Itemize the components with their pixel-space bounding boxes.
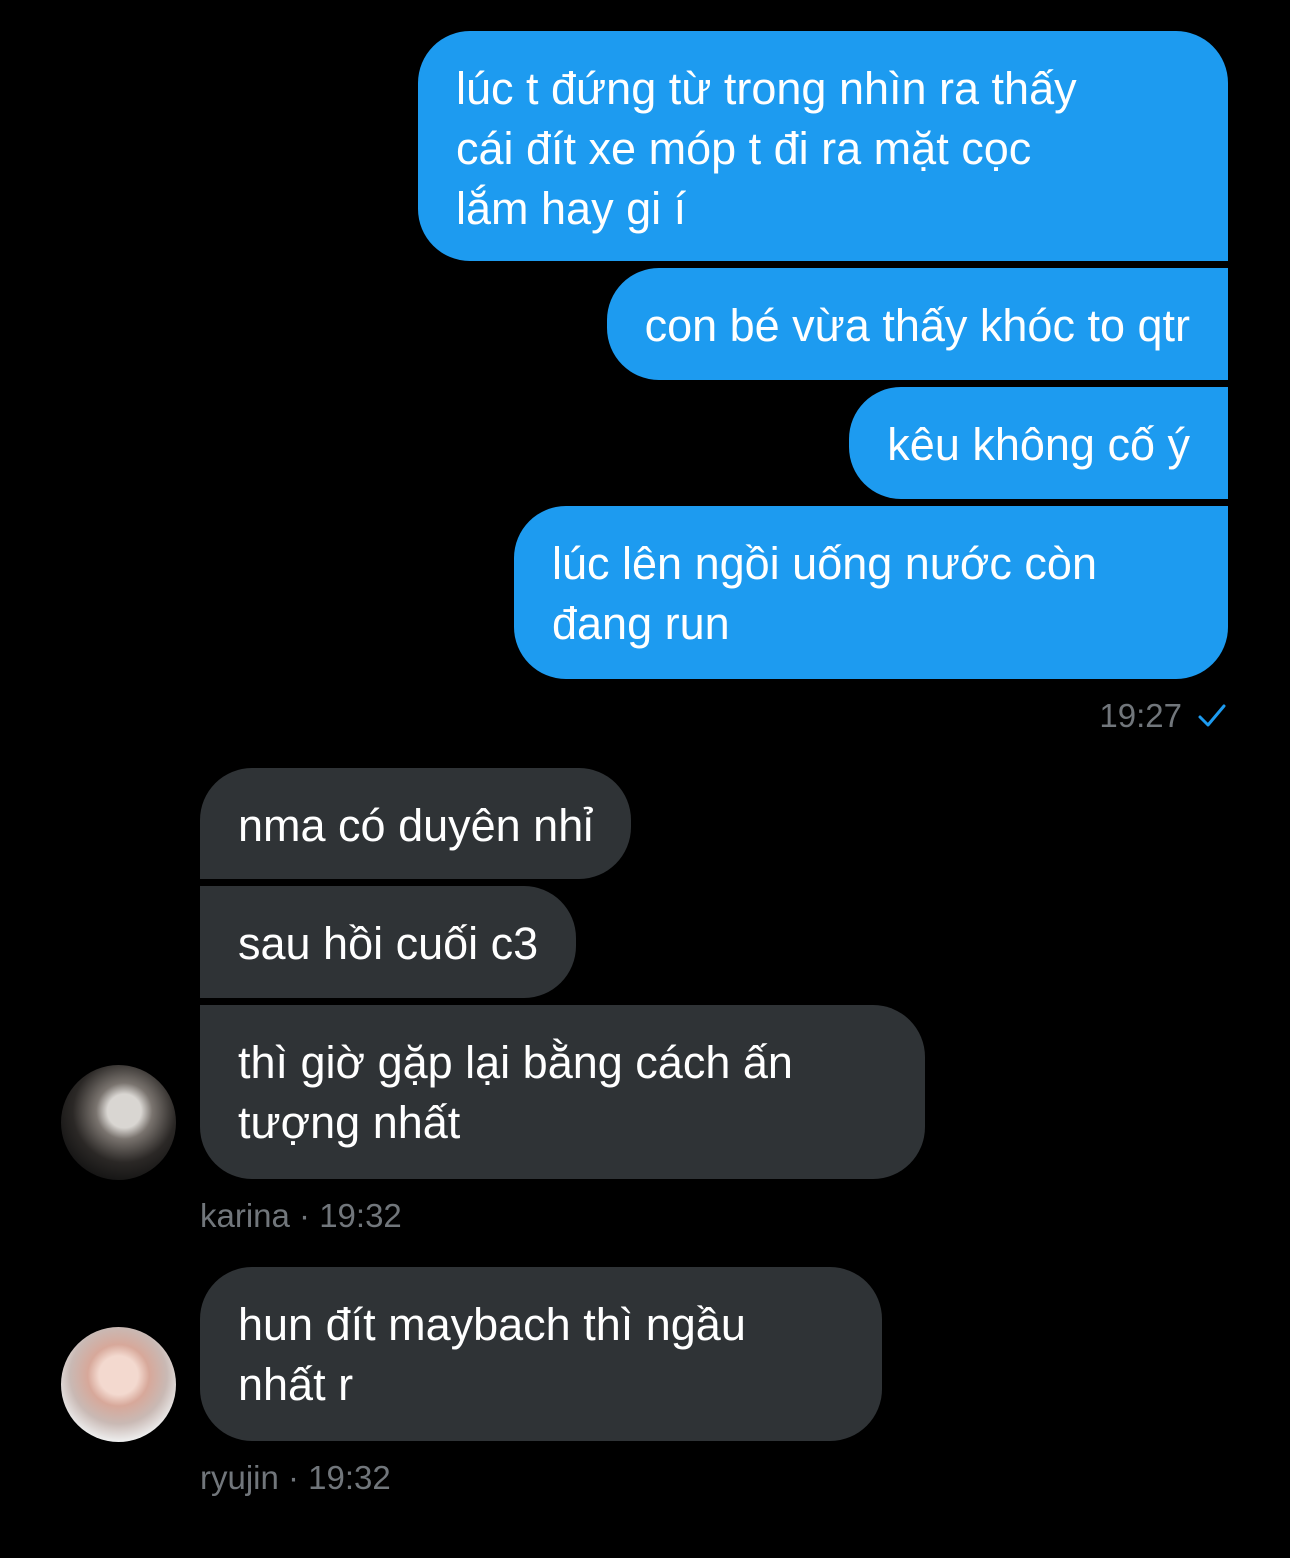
avatar[interactable]	[61, 1065, 176, 1180]
avatar[interactable]	[61, 1327, 176, 1442]
message-sender-meta: ryujin · 19:32	[200, 1459, 391, 1496]
received-message-bubble[interactable]: sau hồi cuối c3	[200, 886, 577, 998]
sent-message-bubble[interactable]: con bé vừa thấy khóc to qtr	[606, 268, 1228, 380]
sent-message-meta: 19:27	[1099, 696, 1228, 736]
received-message-bubble[interactable]: thì giờ gặp lại bằng cách ấn tượng nhất	[200, 1005, 925, 1179]
check-icon	[1196, 700, 1228, 732]
received-message-bubble[interactable]: hun đít maybach thì ngầu nhất r	[200, 1267, 882, 1441]
received-message-bubble[interactable]: nma có duyên nhỉ	[200, 768, 632, 879]
sent-message-bubble[interactable]: lúc t đứng từ trong nhìn ra thấy cái đít…	[418, 31, 1228, 261]
message-sender-meta: karina · 19:32	[200, 1197, 402, 1234]
sent-message-bubble[interactable]: kêu không cố ý	[849, 387, 1228, 499]
sent-timestamp: 19:27	[1099, 697, 1182, 734]
sent-message-bubble[interactable]: lúc lên ngồi uống nước còn đang run	[514, 506, 1228, 679]
